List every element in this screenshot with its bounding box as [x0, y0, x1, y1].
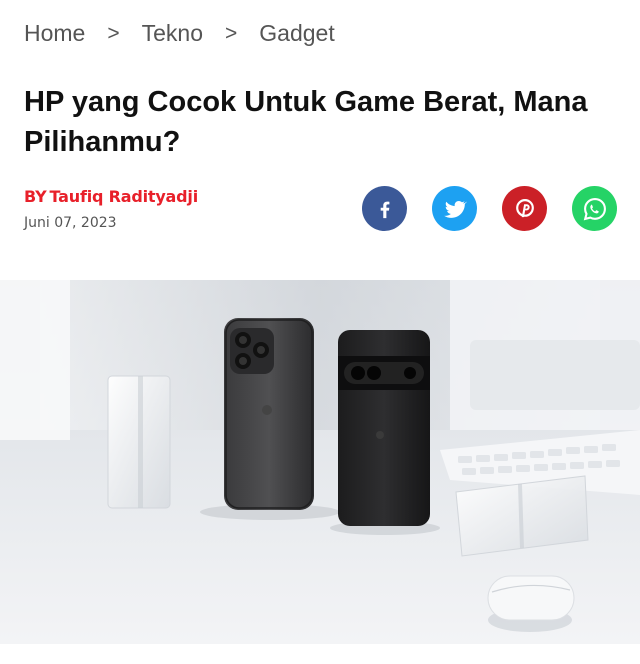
whatsapp-icon: [583, 197, 606, 220]
pixel-phone-shape: [338, 330, 430, 526]
iphone-shape: [224, 318, 314, 510]
hero-image: [0, 280, 640, 644]
breadcrumb-tekno[interactable]: Tekno: [142, 20, 203, 47]
author-link[interactable]: BY Taufiq Radityadji: [24, 187, 198, 206]
byline: BY Taufiq Radityadji Juni 07, 2023: [24, 187, 198, 231]
breadcrumb: Home > Tekno > Gadget: [24, 20, 335, 47]
article-title: HP yang Cocok Untuk Game Berat, Mana Pil…: [24, 86, 588, 158]
phones-photo: [0, 280, 640, 644]
share-whatsapp-button[interactable]: [572, 186, 617, 231]
earbuds-case-shape: [487, 575, 575, 632]
twitter-icon: [443, 200, 467, 218]
breadcrumb-separator: >: [107, 21, 120, 45]
author-prefix: BY: [24, 187, 47, 206]
breadcrumb-separator: >: [225, 21, 238, 45]
share-buttons: [362, 186, 617, 231]
share-pinterest-button[interactable]: [502, 186, 547, 231]
facebook-icon: [380, 201, 389, 218]
breadcrumb-home[interactable]: Home: [24, 20, 85, 47]
publish-date: Juni 07, 2023: [24, 215, 117, 231]
breadcrumb-gadget[interactable]: Gadget: [259, 20, 334, 47]
author-name: Taufiq Radityadji: [49, 187, 199, 206]
share-facebook-button[interactable]: [362, 186, 407, 231]
pinterest-icon: [515, 198, 534, 217]
acrylic-stand-left: [107, 375, 171, 509]
share-twitter-button[interactable]: [432, 186, 477, 231]
